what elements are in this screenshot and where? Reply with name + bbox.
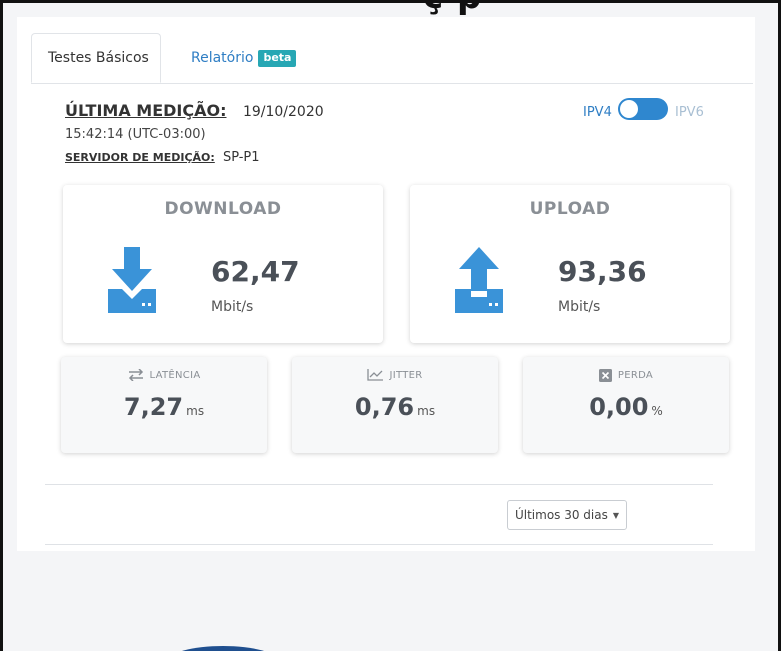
- tab-report-label: Relatório: [191, 50, 254, 66]
- download-unit: Mbit/s: [211, 299, 254, 315]
- loss-value: 0,00: [589, 393, 649, 421]
- upload-card: UPLOAD 93,36 Mbit/s: [410, 185, 730, 343]
- last-measurement-date: 19/10/2020: [242, 104, 324, 120]
- cropped-logo-fragment: [168, 646, 278, 651]
- tab-basic-tests[interactable]: Testes Básicos: [31, 33, 161, 83]
- loss-header: PERDA: [523, 369, 729, 382]
- jitter-title: JITTER: [389, 369, 423, 381]
- jitter-card: JITTER 0,76 ms: [292, 357, 498, 453]
- toggle-knob: [620, 100, 638, 118]
- loss-reading: 0,00%: [523, 393, 729, 421]
- ipv6-label[interactable]: IPV6: [675, 105, 704, 120]
- upload-unit: Mbit/s: [558, 299, 601, 315]
- latency-reading: 7,27 ms: [61, 393, 267, 421]
- ip-version-toggle[interactable]: [618, 98, 668, 120]
- beta-badge: beta: [258, 49, 297, 67]
- period-select[interactable]: Últimos 30 dias ▼: [507, 500, 627, 530]
- loss-card: PERDA 0,00%: [523, 357, 729, 453]
- period-select-value: Últimos 30 dias: [514, 508, 608, 522]
- tab-basic-tests-label: Testes Básicos: [48, 50, 149, 66]
- download-card: DOWNLOAD 62,47 Mbit/s: [63, 185, 383, 343]
- speedtest-panel: Testes Básicos Relatório beta ÚLTIMA MED…: [17, 17, 755, 551]
- tab-bar: Testes Básicos Relatório beta: [31, 33, 753, 84]
- caret-down-icon: ▼: [612, 510, 620, 520]
- arrows-swap-icon: [128, 369, 143, 381]
- download-value: 62,47: [211, 255, 300, 288]
- server-value: SP-P1: [222, 150, 260, 165]
- upload-icon: [455, 247, 503, 313]
- screenshot-frame: ç p Testes Básicos Relatório beta ÚLTIMA…: [0, 0, 781, 651]
- loss-title: PERDA: [617, 370, 654, 381]
- latency-value: 7,27: [123, 393, 184, 421]
- divider: [45, 484, 713, 485]
- divider: [45, 544, 713, 545]
- last-measurement-line: ÚLTIMA MEDIÇÃO: 19/10/2020: [65, 101, 324, 120]
- server-line: SERVIDOR DE MEDIÇÃO: SP-P1: [65, 150, 260, 165]
- line-chart-icon: [367, 369, 384, 381]
- ipv4-label[interactable]: IPV4: [583, 105, 612, 120]
- last-measurement-time: 15:42:14 (UTC-03:00): [65, 127, 206, 142]
- jitter-reading: 0,76 ms: [292, 393, 498, 421]
- cropped-header-text: ç p: [423, 3, 482, 17]
- download-icon: [108, 247, 156, 313]
- upload-value: 93,36: [558, 255, 647, 288]
- server-label: SERVIDOR DE MEDIÇÃO:: [65, 151, 215, 164]
- jitter-value: 0,76: [354, 393, 415, 421]
- tab-report[interactable]: Relatório beta: [179, 33, 319, 83]
- jitter-header: JITTER: [292, 369, 498, 381]
- close-box-icon: [598, 369, 612, 382]
- jitter-unit: ms: [417, 404, 436, 418]
- upload-title: UPLOAD: [529, 199, 611, 219]
- loss-unit: %: [651, 404, 663, 418]
- latency-title: LATÊNCIA: [149, 369, 201, 381]
- latency-unit: ms: [186, 404, 205, 418]
- last-measurement-label: ÚLTIMA MEDIÇÃO:: [65, 101, 227, 120]
- download-title: DOWNLOAD: [164, 199, 282, 219]
- latency-header: LATÊNCIA: [61, 369, 267, 381]
- latency-card: LATÊNCIA 7,27 ms: [61, 357, 267, 453]
